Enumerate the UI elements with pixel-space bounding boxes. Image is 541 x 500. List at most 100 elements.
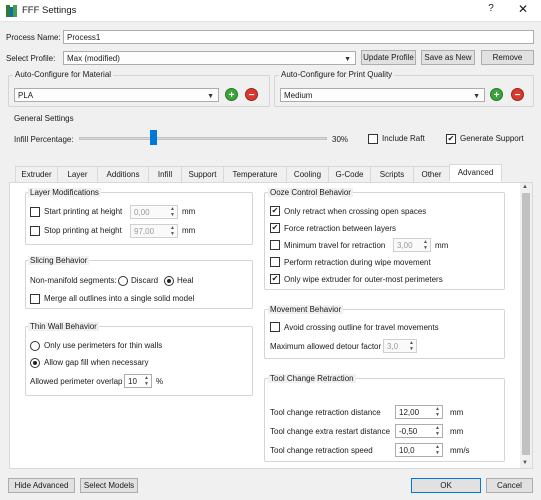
spin-arrows-icon: ▲ ▼ [423, 239, 428, 251]
general-settings-title: General Settings [14, 114, 74, 123]
tab-g-code[interactable]: G-Code [328, 166, 371, 182]
ooze-control-title: Ooze Control Behavior [268, 188, 353, 197]
close-button[interactable]: ✕ [510, 2, 536, 19]
material-select-value: PLA [18, 91, 34, 100]
infill-slider-handle[interactable] [150, 130, 158, 145]
start-height-value: 0,00 [134, 208, 150, 217]
infill-slider-track[interactable] [79, 137, 327, 140]
minimum-travel-unit: mm [435, 241, 449, 250]
retraction-speed-unit: mm/s [450, 446, 470, 455]
auto-configure-material-title: Auto-Configure for Material [13, 70, 114, 79]
retraction-distance-value: 12,00 [399, 408, 420, 417]
avoid-crossing-checkbox[interactable] [270, 322, 280, 332]
chevron-down-icon: ▼ [473, 93, 480, 100]
remove-profile-button[interactable]: Remove [481, 50, 534, 65]
process-name-input[interactable]: Process1 [63, 30, 534, 44]
gap-fill-label: Allow gap fill when necessary [44, 358, 149, 367]
select-profile-label: Select Profile: [6, 54, 56, 63]
merge-outlines-checkbox[interactable] [30, 294, 40, 304]
perimeter-overlap-label: Allowed perimeter overlap [30, 377, 123, 386]
infill-value: 30% [332, 135, 349, 144]
quality-select-value: Medium [284, 91, 313, 100]
retraction-speed-spinbox[interactable]: 10,0 ▲ ▼ [395, 443, 443, 457]
retraction-distance-unit: mm [450, 408, 464, 417]
remove-material-icon[interactable]: − [245, 88, 258, 101]
tab-scripts[interactable]: Scripts [370, 166, 414, 182]
minimum-travel-value: 3,00 [397, 241, 413, 250]
tab-cooling[interactable]: Cooling [286, 166, 329, 182]
tab-advanced[interactable]: Advanced [449, 164, 502, 182]
perform-retraction-wipe-label: Perform retraction during wipe movement [284, 258, 431, 267]
avoid-crossing-label: Avoid crossing outline for travel moveme… [284, 323, 439, 332]
start-height-spinbox[interactable]: 0,00 ▲ ▼ [130, 205, 178, 219]
scroll-down-icon[interactable]: ▼ [522, 460, 528, 466]
tab-additions[interactable]: Additions [97, 166, 149, 182]
scrollbar-thumb[interactable] [522, 193, 530, 455]
tab-infill[interactable]: Infill [148, 166, 182, 182]
add-quality-icon[interactable]: + [490, 88, 503, 101]
ok-button[interactable]: OK [411, 478, 481, 493]
infill-percentage-label: Infill Percentage: [14, 135, 74, 144]
only-wipe-outer-checkbox[interactable] [270, 274, 280, 284]
process-name-label: Process Name: [6, 33, 61, 42]
only-perimeters-label: Only use perimeters for thin walls [44, 341, 163, 350]
discard-radio[interactable] [118, 276, 128, 286]
only-perimeters-radio[interactable] [30, 341, 40, 351]
save-as-new-button[interactable]: Save as New [421, 50, 475, 65]
auto-configure-quality-title: Auto-Configure for Print Quality [279, 70, 395, 79]
detour-factor-value: 3,0 [387, 342, 399, 351]
stop-height-spinbox[interactable]: 97,00 ▲ ▼ [130, 224, 178, 238]
cancel-button[interactable]: Cancel [486, 478, 533, 493]
app-logo-icon [6, 5, 17, 17]
include-raft-checkbox[interactable] [368, 134, 378, 144]
extra-restart-spinbox[interactable]: -0,50 ▲ ▼ [395, 424, 443, 438]
only-retract-label: Only retract when crossing open spaces [284, 207, 427, 216]
extra-restart-value: -0,50 [399, 427, 418, 436]
only-retract-checkbox[interactable] [270, 206, 280, 216]
layer-modifications-title: Layer Modifications [28, 188, 101, 197]
gap-fill-radio[interactable] [30, 358, 40, 368]
spin-arrows-icon: ▲ ▼ [435, 425, 440, 437]
tab-support[interactable]: Support [181, 166, 224, 182]
heal-radio[interactable] [164, 276, 174, 286]
add-material-icon[interactable]: + [225, 88, 238, 101]
retraction-distance-label: Tool change retraction distance [270, 408, 381, 417]
chevron-down-icon: ▼ [344, 56, 351, 63]
profile-select[interactable]: Max (modified) ▼ [63, 51, 356, 65]
select-models-button[interactable]: Select Models [80, 478, 138, 493]
spin-arrows-icon: ▲ ▼ [144, 375, 149, 387]
force-retraction-label: Force retraction between layers [284, 224, 397, 233]
retraction-speed-value: 10,0 [399, 446, 415, 455]
generate-support-label: Generate Support [460, 134, 524, 143]
spin-arrows-icon: ▲ ▼ [170, 206, 175, 218]
stop-printing-checkbox[interactable] [30, 226, 40, 236]
stop-printing-label: Stop printing at height [44, 226, 122, 235]
retraction-distance-spinbox[interactable]: 12,00 ▲ ▼ [395, 405, 443, 419]
perform-retraction-wipe-checkbox[interactable] [270, 257, 280, 267]
tab-layer[interactable]: Layer [57, 166, 98, 182]
update-profile-button[interactable]: Update Profile [361, 50, 416, 65]
extra-restart-label: Tool change extra restart distance [270, 427, 391, 436]
scroll-up-icon[interactable]: ▲ [522, 184, 528, 190]
quality-select[interactable]: Medium ▼ [280, 88, 485, 102]
stop-height-unit: mm [182, 226, 196, 235]
minimum-travel-label: Minimum travel for retraction [284, 241, 386, 250]
detour-factor-spinbox[interactable]: 3,0 ▲ ▼ [383, 339, 417, 353]
help-button[interactable]: ? [480, 3, 502, 19]
minimum-travel-checkbox[interactable] [270, 240, 280, 250]
force-retraction-checkbox[interactable] [270, 223, 280, 233]
perimeter-overlap-spinbox[interactable]: 10 ▲ ▼ [124, 374, 152, 388]
remove-quality-icon[interactable]: − [511, 88, 524, 101]
material-select[interactable]: PLA ▼ [14, 88, 219, 102]
generate-support-checkbox[interactable] [446, 134, 456, 144]
tab-other[interactable]: Other [413, 166, 450, 182]
only-wipe-outer-label: Only wipe extruder for outer-most perime… [284, 275, 443, 284]
minimum-travel-spinbox[interactable]: 3,00 ▲ ▼ [393, 238, 431, 252]
hide-advanced-button[interactable]: Hide Advanced [8, 478, 75, 493]
start-printing-checkbox[interactable] [30, 207, 40, 217]
tab-temperature[interactable]: Temperature [223, 166, 287, 182]
start-printing-label: Start printing at height [44, 207, 123, 216]
stop-height-value: 97,00 [134, 227, 155, 236]
tab-extruder[interactable]: Extruder [15, 166, 58, 182]
spin-arrows-icon: ▲ ▼ [170, 225, 175, 237]
